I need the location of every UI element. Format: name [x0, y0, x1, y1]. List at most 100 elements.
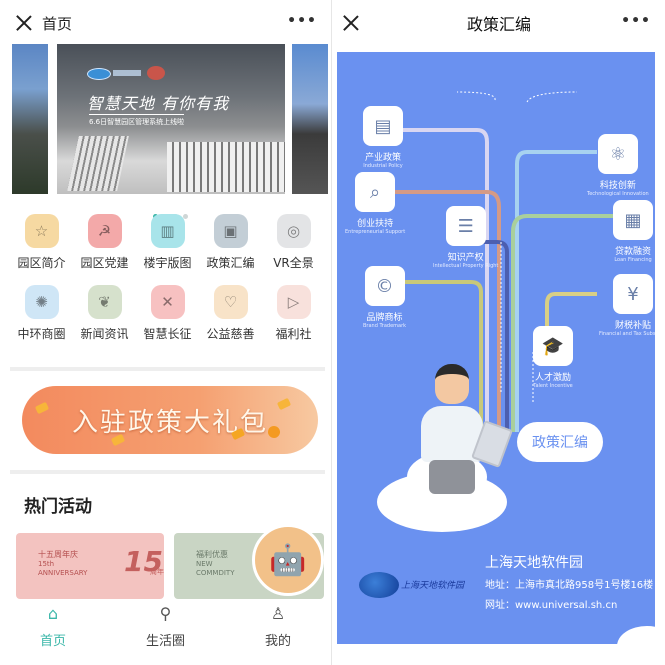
- policy-node-title: 科技创新: [599, 181, 636, 191]
- tab-label: 生活圈: [145, 634, 185, 649]
- grid-item-label: VR全景: [273, 256, 314, 270]
- grid-item-label: 园区党建: [80, 256, 129, 270]
- policy-node[interactable]: ☰ 知识产权 Intellectual Property Right: [433, 206, 498, 269]
- map-icon: ▥: [150, 214, 185, 248]
- policy-cloud-label: 政策汇编: [517, 422, 603, 462]
- hot-activities-title: 热门活动: [24, 497, 92, 517]
- route-icon: ✕: [150, 285, 185, 319]
- grid-item[interactable]: ✺ 中环商圈: [10, 285, 73, 342]
- grid-item[interactable]: ▷ 福利社: [262, 285, 325, 342]
- policy-gift-banner[interactable]: 入驻政策大礼包: [22, 386, 318, 454]
- policy-node[interactable]: ▦ 贷款融资 Loan Financing: [613, 200, 653, 263]
- card-subtitle: 15th ANNIVERSARY: [38, 560, 88, 577]
- graduation-cap-icon[interactable]: 🎓: [533, 326, 573, 366]
- close-icon[interactable]: [12, 11, 36, 35]
- banner-carousel[interactable]: 智慧天地 有你有我 6.6日智慧园区管理系统上线啦: [12, 44, 328, 219]
- more-icon[interactable]: •••: [287, 14, 317, 28]
- grid-item[interactable]: ♡ 公益慈善: [199, 285, 262, 342]
- dashed-arrow: [456, 91, 496, 101]
- policy-node-title: 贷款融资: [614, 247, 651, 257]
- company-website[interactable]: 网址：www.universal.sh.cn: [485, 596, 617, 611]
- policy-node-title: 知识产权: [447, 253, 484, 263]
- grid-item[interactable]: ✕ 智慧长征: [136, 285, 199, 342]
- policy-node[interactable]: ▤ 产业政策 Industrial Policy: [363, 106, 403, 169]
- building-image: [167, 142, 285, 192]
- policy-node-title: 产业政策: [364, 153, 401, 163]
- policy-node-title: 财税补贴: [615, 321, 652, 331]
- banner-subtitle: 6.6日智慧园区管理系统上线啦: [89, 114, 185, 127]
- tab-item[interactable]: ⌂ 首页: [40, 600, 66, 660]
- universal-logo-text: [113, 70, 141, 76]
- tab-label: 首页: [39, 634, 66, 649]
- more-icon[interactable]: •••: [621, 14, 651, 28]
- policy-node-subtitle: Financial and Tax Subsidies: [599, 331, 655, 337]
- universal-logo: [87, 68, 111, 80]
- certificate-icon[interactable]: ▤: [363, 106, 403, 146]
- policy-node-subtitle: Entrepreneurial Support: [345, 229, 406, 235]
- next-slide-image[interactable]: [292, 44, 328, 194]
- grid-item-label: 智慧长征: [143, 327, 192, 341]
- yen-icon[interactable]: ¥: [613, 274, 654, 314]
- policy-screen: 政策汇编 ••• ▤ 产业政策 Industrial Policy ⌕ 创业扶持 …: [333, 0, 665, 665]
- policy-node-subtitle: Industrial Policy: [363, 163, 403, 169]
- grid-item[interactable]: ▣ 政策汇编: [199, 214, 262, 271]
- partner-logo: [147, 66, 165, 80]
- policy-node[interactable]: ¥ 财税补贴 Financial and Tax Subsidies: [599, 274, 655, 337]
- policy-node[interactable]: 🎓 人才激励 Talent Incentive: [533, 326, 573, 389]
- card-title: 十五周年庆: [38, 550, 78, 559]
- home-icon: ⌂: [47, 604, 59, 623]
- layers-icon[interactable]: ☰: [445, 206, 486, 246]
- section-divider: [10, 367, 325, 371]
- policy-node-subtitle: Technological Innovation: [587, 191, 649, 197]
- feature-grid: ☆ 园区简介 ☭ 园区党建 ▥ 楼宇版图 ▣ 政策汇编 ◎ VR全景 ✺ 中环商圈 ❦ 新闻…: [10, 214, 325, 342]
- tab-item[interactable]: ⚲ 生活圈: [146, 600, 185, 660]
- grid-item[interactable]: ☭ 园区党建: [73, 214, 136, 271]
- policy-node-title: 创业扶持: [357, 219, 394, 229]
- policy-node[interactable]: ⚛ 科技创新 Technological Innovation: [587, 134, 649, 197]
- heart-handshake-icon: ♡: [213, 285, 248, 319]
- search-document-icon[interactable]: ⌕: [355, 172, 396, 212]
- grid-item-label: 新闻资讯: [80, 327, 129, 341]
- policy-node-subtitle: Intellectual Property Right: [433, 263, 499, 269]
- card-title: 福利优惠: [196, 550, 228, 559]
- tab-item[interactable]: ♙ 我的: [265, 600, 291, 660]
- building-image: [67, 136, 129, 191]
- activity-card-anniversary[interactable]: 十五周年庆 15th ANNIVERSARY 15 周年: [16, 533, 164, 599]
- policy-poster: ▤ 产业政策 Industrial Policy ⌕ 创业扶持 Entrepren…: [337, 52, 655, 644]
- policy-node[interactable]: ⌕ 创业扶持 Entrepreneurial Support: [345, 172, 405, 235]
- certificate-icon: ☆: [24, 214, 59, 248]
- atom-icon[interactable]: ⚛: [597, 134, 638, 174]
- coin-decoration: [34, 401, 50, 415]
- chart-icon[interactable]: ▦: [613, 200, 653, 240]
- user-icon: ♙: [270, 604, 286, 623]
- banner-slide[interactable]: 智慧天地 有你有我 6.6日智慧园区管理系统上线啦: [57, 44, 285, 194]
- universal-logo: [359, 572, 399, 598]
- copyright-icon[interactable]: ©: [364, 266, 405, 306]
- banner-headline: 智慧天地 有你有我: [87, 94, 230, 113]
- tab-label: 我的: [264, 634, 291, 649]
- policy-node-title: 品牌商标: [366, 313, 403, 323]
- map-pin-icon: ⚲: [159, 604, 172, 623]
- grid-item[interactable]: ◎ VR全景: [262, 214, 325, 271]
- grid-item[interactable]: ❦ 新闻资讯: [73, 285, 136, 342]
- briefcase-icon: ▣: [213, 214, 248, 248]
- bottom-tab-bar: ⌂ 首页 ⚲ 生活圈 ♙ 我的: [0, 600, 331, 660]
- mascot-avatar[interactable]: 🤖: [252, 524, 324, 596]
- person-illustration: [417, 364, 487, 494]
- grid-item-label: 公益慈善: [206, 327, 255, 341]
- prev-slide-image[interactable]: [12, 44, 48, 194]
- policy-node[interactable]: © 品牌商标 Brand Trademark: [363, 266, 406, 329]
- grid-item-label: 园区简介: [17, 256, 66, 270]
- lightbulb-icon: ✺: [24, 285, 59, 319]
- grid-item-label: 中环商圈: [17, 327, 66, 341]
- coin-decoration: [266, 424, 282, 440]
- policy-node-title: 人才激励: [534, 373, 571, 383]
- section-divider: [10, 470, 325, 474]
- top-bar: 首页 •••: [0, 8, 331, 38]
- card-subtitle: NEW COMMDITY: [196, 560, 235, 577]
- policy-node-subtitle: Loan Financing: [614, 257, 652, 263]
- grid-item[interactable]: ▥ 楼宇版图: [136, 214, 199, 271]
- grid-item[interactable]: ☆ 园区简介: [10, 214, 73, 271]
- page-title: 政策汇编: [466, 15, 531, 34]
- anniversary-suffix: 周年: [150, 568, 164, 576]
